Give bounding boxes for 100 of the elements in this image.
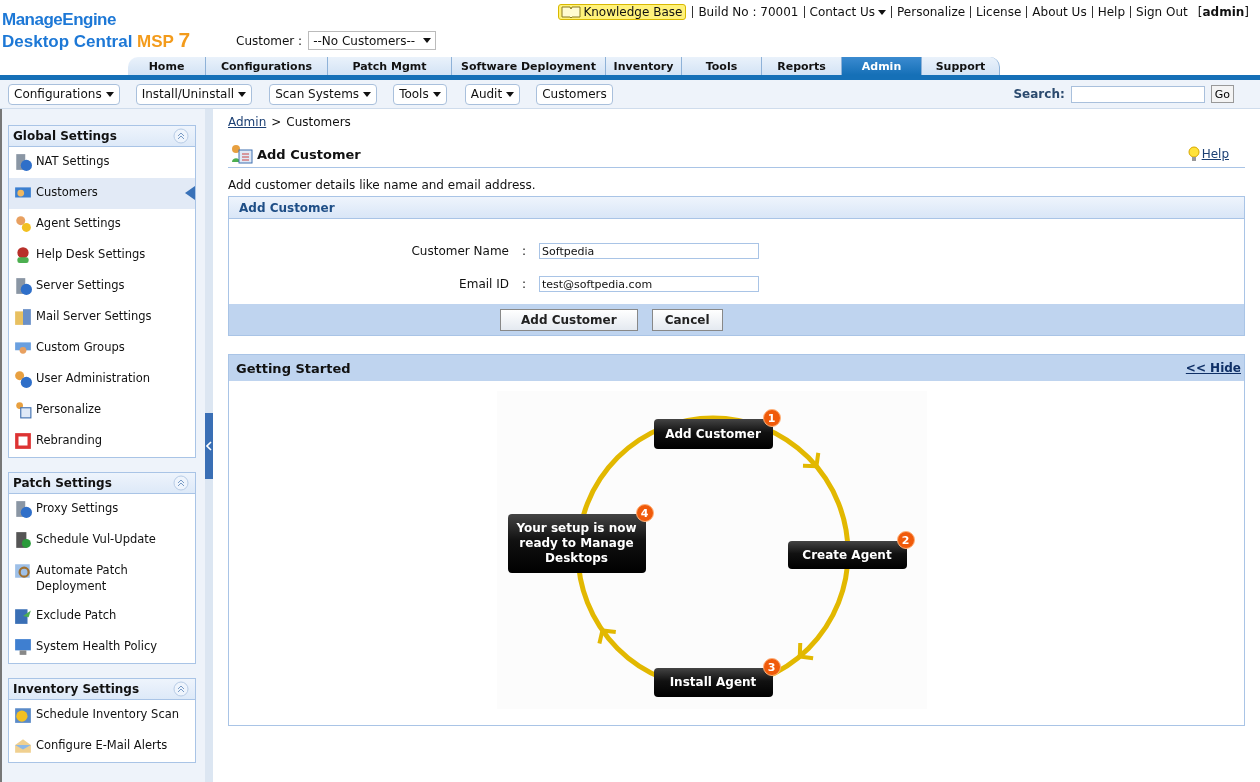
sidebar-item[interactable]: Configure E-Mail Alerts (9, 731, 195, 762)
sidebar-item[interactable]: Schedule Vul-Update (9, 525, 195, 556)
sidebar-item[interactable]: Server Settings (9, 271, 195, 302)
field-label: Customer Name (410, 244, 509, 258)
nav-tab[interactable]: Support (922, 57, 1000, 75)
add-customer-button[interactable]: Add Customer (500, 308, 638, 331)
settings-item-icon (14, 401, 32, 419)
book-icon (561, 6, 582, 18)
breadcrumb-current: Customers (286, 115, 351, 129)
nav-tab[interactable]: Tools (682, 57, 762, 75)
settings-item-icon (14, 246, 32, 264)
panel-title: Inventory Settings (13, 682, 140, 696)
step-number-badge: 1 (762, 409, 781, 427)
header-link[interactable]: License (970, 6, 1027, 18)
sidebar-item[interactable]: System Health Policy (9, 632, 195, 663)
sidebar-item[interactable]: Rebranding (9, 426, 195, 457)
caret-icon (432, 91, 441, 97)
text-field[interactable]: Softpedia (539, 243, 759, 259)
toolbar-menu[interactable]: Install/Uninstall (135, 83, 253, 105)
customer-label: Customer : (236, 33, 303, 48)
header-link[interactable]: About Us (1026, 6, 1092, 18)
breadcrumb-separator: > (271, 115, 282, 129)
step-number-badge: 2 (896, 531, 915, 549)
nav-tab[interactable]: Home (128, 57, 206, 75)
customer-card-icon (231, 144, 253, 164)
sidebar-item[interactable]: NAT Settings (9, 147, 195, 178)
toolbar-menu[interactable]: Audit (464, 83, 521, 105)
selection-pointer (185, 186, 195, 200)
sidebar-item[interactable]: Customers (9, 178, 195, 209)
nav-tab[interactable]: Patch Mgmt (328, 57, 452, 75)
settings-item-icon (14, 737, 32, 755)
header-link[interactable]: Help (1091, 6, 1130, 18)
settings-item-icon (14, 607, 32, 625)
customer-dropdown[interactable]: --No Customers-- (308, 31, 437, 50)
sidebar-item[interactable]: Custom Groups (9, 333, 195, 364)
help-link[interactable]: Help (1187, 146, 1229, 162)
nav-tab[interactable]: Software Deployment (452, 57, 606, 75)
collapse-sidebar-handle[interactable] (205, 412, 213, 479)
section-title: Getting Started (236, 360, 351, 376)
sidebar-item[interactable]: Personalize (9, 395, 195, 426)
caret-icon (423, 38, 432, 43)
product-name: Desktop Central MSP 7 (2, 30, 192, 52)
hide-link[interactable]: << Hide (1185, 361, 1241, 375)
field-colon: : (520, 277, 527, 291)
header-link[interactable]: Sign Out (1130, 6, 1193, 18)
chevron-left-icon (206, 440, 212, 451)
caret-icon (878, 9, 887, 15)
sidebar-item[interactable]: Proxy Settings (9, 494, 195, 525)
caret-icon (105, 91, 114, 97)
toolbar-menu[interactable]: Configurations (8, 83, 120, 105)
settings-item-icon (14, 500, 32, 518)
settings-item-icon (14, 562, 32, 580)
field-colon: : (520, 244, 527, 258)
text-field[interactable]: test@softpedia.com (539, 276, 759, 292)
nav-tab[interactable]: Reports (762, 57, 842, 75)
knowledge-base-button[interactable]: Knowledge Base (558, 4, 687, 20)
user-name: [admin] (1196, 6, 1250, 18)
step-number-badge: 4 (635, 504, 654, 522)
toolbar-menu[interactable]: Tools (393, 83, 447, 105)
collapse-icon[interactable] (173, 475, 189, 491)
settings-item-icon (14, 277, 32, 295)
cancel-button[interactable]: Cancel (651, 308, 723, 331)
nav-tab[interactable]: Admin (842, 57, 922, 75)
page-title: Add Customer (257, 146, 361, 162)
contact-link[interactable]: Contact Us (803, 6, 892, 18)
toolbar-menu[interactable]: Customers (536, 83, 613, 105)
settings-item-icon (14, 638, 32, 656)
settings-item-icon (14, 531, 32, 549)
settings-item-icon (14, 215, 32, 233)
build-number: Build No : 70001 (692, 6, 804, 18)
sidebar-item[interactable]: Agent Settings (9, 209, 195, 240)
collapse-icon[interactable] (173, 681, 189, 697)
caret-icon (238, 91, 247, 97)
form-title: Add Customer (229, 197, 1244, 219)
sidebar-item[interactable]: Automate Patch Deployment (9, 556, 195, 601)
settings-item-icon (14, 339, 32, 357)
panel-title: Global Settings (13, 129, 117, 143)
sidebar-item[interactable]: User Administration (9, 364, 195, 395)
brand-name: ManageEngine (2, 10, 117, 30)
toolbar-menu[interactable]: Scan Systems (269, 83, 378, 105)
sidebar-item[interactable]: Help Desk Settings (9, 240, 195, 271)
collapse-icon[interactable] (173, 128, 189, 144)
settings-item-icon (14, 432, 32, 450)
sidebar-item[interactable]: Schedule Inventory Scan (9, 700, 195, 731)
nav-tab[interactable]: Inventory (606, 57, 682, 75)
settings-item-icon (14, 370, 32, 388)
field-label: Email ID (458, 277, 509, 291)
nav-tab[interactable]: Configurations (206, 57, 328, 75)
sidebar-item[interactable]: Exclude Patch (9, 601, 195, 632)
search-field[interactable] (1070, 85, 1205, 103)
caret-icon (363, 91, 372, 97)
breadcrumb-link[interactable]: Admin (228, 115, 267, 129)
step-number-badge: 3 (762, 658, 781, 676)
go-button[interactable]: Go (1210, 85, 1234, 103)
page-description: Add customer details like name and email address. (228, 178, 537, 192)
sidebar-item[interactable]: Mail Server Settings (9, 302, 195, 333)
settings-item-icon (14, 308, 32, 326)
header-link[interactable]: Personalize (891, 6, 971, 18)
settings-item-icon (14, 153, 32, 171)
search-label: Search: (1013, 87, 1065, 101)
